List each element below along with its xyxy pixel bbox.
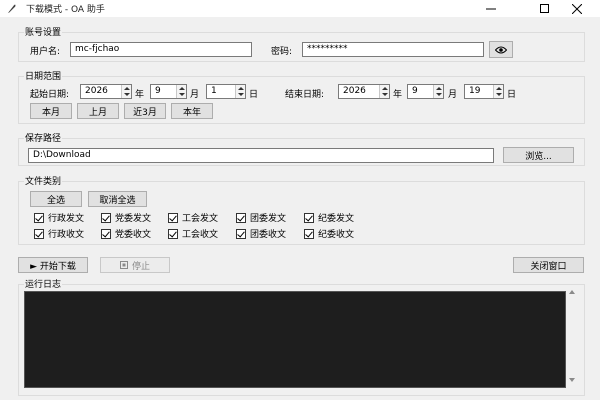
stop-button[interactable]: 停止 <box>100 257 170 273</box>
end-day-unit: 日 <box>507 90 517 100</box>
log-output[interactable] <box>24 291 566 388</box>
close-window-button-bottom[interactable]: 关闭窗口 <box>513 257 584 273</box>
start-month-spinbox[interactable]: 9 <box>150 84 187 99</box>
password-input[interactable]: ********* <box>302 42 484 57</box>
save-path-group-label: 保存路径 <box>24 131 63 144</box>
start-month-arrows[interactable] <box>176 85 186 98</box>
end-year-unit: 年 <box>393 90 403 100</box>
minimize-button[interactable] <box>468 0 514 17</box>
start-day-unit: 日 <box>249 90 259 100</box>
checkbox-party-dispatch[interactable]: 党委发文 <box>101 211 151 224</box>
checkbox-label: 行政收文 <box>48 230 85 240</box>
stop-label: 停止 <box>131 261 150 272</box>
maximize-icon <box>539 4 549 13</box>
end-year-spinbox[interactable]: 2026 <box>338 84 390 99</box>
end-day-spinbox[interactable]: 19 <box>464 84 504 99</box>
last-3-months-button[interactable]: 近3月 <box>124 103 166 119</box>
checkbox-admin-dispatch[interactable]: 行政发文 <box>34 211 84 224</box>
stop-icon <box>119 261 128 269</box>
file-types-group-label: 文件类别 <box>24 174 63 187</box>
checkbox-label: 纪委收文 <box>318 230 355 240</box>
end-month-arrows[interactable] <box>433 85 443 98</box>
checkbox-label: 党委收文 <box>115 230 152 240</box>
title-bar[interactable]: 下载模式 - OA 助手 <box>0 0 600 17</box>
end-month-unit: 月 <box>448 90 458 100</box>
log-group-label: 运行日志 <box>24 277 63 290</box>
save-path-input[interactable]: D:\Download <box>28 148 494 163</box>
checkbox-box[interactable] <box>168 228 178 239</box>
checkbox-box[interactable] <box>304 212 314 223</box>
this-month-button[interactable]: 本月 <box>30 103 72 119</box>
checkbox-label: 党委发文 <box>115 214 152 224</box>
scroll-up-icon[interactable] <box>569 290 575 294</box>
end-day-arrows[interactable] <box>493 85 503 98</box>
log-scrollbar[interactable] <box>566 286 578 388</box>
checkbox-label: 行政发文 <box>48 214 85 224</box>
checkbox-box[interactable] <box>101 228 111 239</box>
end-month-value: 9 <box>412 86 418 96</box>
end-date-label: 结束日期: <box>285 90 325 100</box>
checkbox-label: 工会发文 <box>182 214 219 224</box>
checkbox-league-received[interactable]: 团委收文 <box>236 227 286 240</box>
app-window: 下载模式 - OA 助手 账号设置 用户名: mc-fjchao 密码: ***… <box>0 0 600 400</box>
minimize-icon <box>486 8 496 9</box>
show-password-button[interactable] <box>489 41 513 58</box>
last-month-button[interactable]: 上月 <box>77 103 119 119</box>
start-month-unit: 月 <box>190 90 200 100</box>
end-year-arrows[interactable] <box>379 85 389 98</box>
start-day-value: 1 <box>211 86 217 96</box>
checkbox-box[interactable] <box>236 228 246 239</box>
checkbox-box[interactable] <box>101 212 111 223</box>
start-date-label: 起始日期: <box>30 90 70 100</box>
close-icon <box>572 3 582 14</box>
start-download-button[interactable]: ► 开始下载 <box>18 257 88 273</box>
select-all-button[interactable]: 全选 <box>30 191 82 207</box>
feather-icon <box>7 4 16 14</box>
eye-icon <box>495 46 507 53</box>
date-range-group-label: 日期范围 <box>24 69 63 82</box>
browse-button[interactable]: 浏览... <box>503 147 574 163</box>
start-year-unit: 年 <box>135 90 145 100</box>
scroll-down-icon[interactable] <box>569 378 575 382</box>
start-year-arrows[interactable] <box>121 85 131 98</box>
checkbox-party-received[interactable]: 党委收文 <box>101 227 151 240</box>
checkbox-box[interactable] <box>34 228 44 239</box>
checkbox-league-dispatch[interactable]: 团委发文 <box>236 211 286 224</box>
checkbox-box[interactable] <box>34 212 44 223</box>
start-year-value: 2026 <box>85 86 108 96</box>
end-year-value: 2026 <box>343 86 366 96</box>
end-month-spinbox[interactable]: 9 <box>407 84 444 99</box>
checkbox-box[interactable] <box>236 212 246 223</box>
checkbox-label: 团委发文 <box>250 214 287 224</box>
password-label: 密码: <box>271 47 293 57</box>
end-day-value: 19 <box>469 86 481 96</box>
username-label: 用户名: <box>30 47 61 57</box>
checkbox-label: 纪委发文 <box>318 214 355 224</box>
checkbox-union-received[interactable]: 工会收文 <box>168 227 218 240</box>
start-month-value: 9 <box>155 86 161 96</box>
this-year-button[interactable]: 本年 <box>171 103 213 119</box>
checkbox-union-dispatch[interactable]: 工会发文 <box>168 211 218 224</box>
window-title: 下载模式 - OA 助手 <box>26 5 105 15</box>
start-day-spinbox[interactable]: 1 <box>206 84 246 99</box>
checkbox-discipline-dispatch[interactable]: 纪委发文 <box>304 211 354 224</box>
checkbox-label: 工会收文 <box>182 230 219 240</box>
start-day-arrows[interactable] <box>235 85 245 98</box>
username-input[interactable]: mc-fjchao <box>70 42 252 57</box>
checkbox-discipline-received[interactable]: 纪委收文 <box>304 227 354 240</box>
deselect-all-button[interactable]: 取消全选 <box>88 191 147 207</box>
checkbox-box[interactable] <box>304 228 314 239</box>
checkbox-label: 团委收文 <box>250 230 287 240</box>
close-window-button[interactable] <box>554 0 600 17</box>
checkbox-admin-received[interactable]: 行政收文 <box>34 227 84 240</box>
account-group-label: 账号设置 <box>24 25 63 38</box>
checkbox-box[interactable] <box>168 212 178 223</box>
start-year-spinbox[interactable]: 2026 <box>80 84 132 99</box>
